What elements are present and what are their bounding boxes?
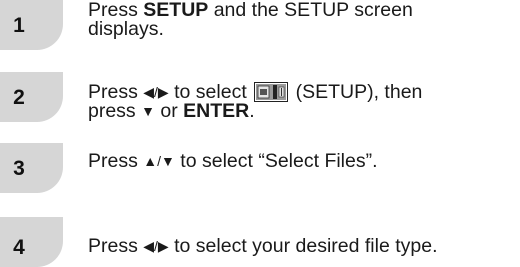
text: and the SETUP screen bbox=[208, 0, 413, 21]
step-line: Press ▲/▼ to select “Select Files”. bbox=[88, 150, 518, 172]
text: press bbox=[88, 100, 142, 122]
step-line: Press ◀/▶ to select (SETUP), then bbox=[88, 82, 518, 102]
text: to select “Select Files”. bbox=[174, 150, 378, 172]
step-line: displays. bbox=[88, 18, 164, 40]
text: (SETUP), then bbox=[290, 81, 423, 103]
step-number-badge: 2 bbox=[0, 72, 63, 122]
step-instruction: Press ▲/▼ to select “Select Files”. bbox=[88, 150, 518, 172]
step-number: 4 bbox=[13, 236, 25, 259]
step-instruction: Press ◀/▶ to select your desired file ty… bbox=[88, 235, 518, 257]
text: to select your desired file type. bbox=[168, 235, 438, 257]
step-number-badge: 4 bbox=[0, 217, 63, 267]
key-name: ENTER bbox=[183, 100, 250, 122]
step-number: 2 bbox=[13, 86, 25, 109]
left-right-arrows-icon: ◀/▶ bbox=[143, 238, 169, 254]
step-number: 1 bbox=[13, 14, 25, 37]
step-instruction: Press ◀/▶ to select (SETUP), then press … bbox=[88, 82, 518, 121]
step-line: Press ◀/▶ to select your desired file ty… bbox=[88, 235, 518, 257]
left-right-arrows-icon: ◀/▶ bbox=[143, 84, 169, 100]
text: . bbox=[249, 100, 255, 122]
setup-icon bbox=[254, 82, 289, 102]
text: Press bbox=[88, 235, 144, 257]
down-arrow-icon: ▼ bbox=[141, 103, 155, 119]
step-instruction: Press SETUP and the SETUP screen display… bbox=[88, 0, 518, 40]
step-number-badge: 3 bbox=[0, 143, 63, 193]
step-number: 3 bbox=[13, 157, 25, 180]
step-line: press ▼ or ENTER. bbox=[88, 100, 518, 122]
text: Press bbox=[88, 150, 144, 172]
text: or bbox=[154, 100, 184, 122]
up-down-arrows-icon: ▲/▼ bbox=[143, 153, 175, 169]
step-number-badge: 1 bbox=[0, 0, 63, 50]
